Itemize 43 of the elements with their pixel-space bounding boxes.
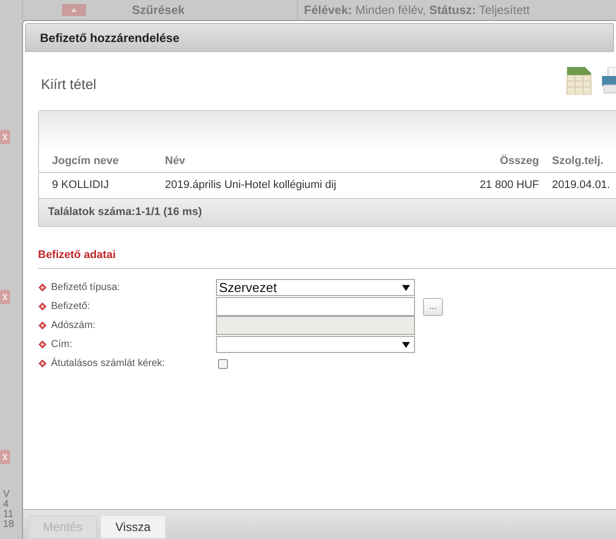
field-label: Átutalásos számlát kérek: [51, 356, 165, 371]
section-title: Befizető adatai [38, 249, 116, 261]
filter-summary: Félévek: Minden félév, Státusz: Teljesített [297, 1, 530, 19]
select-field[interactable]: Szervezet [216, 279, 415, 296]
field-label: Befizető típusa: [51, 281, 120, 295]
calendar-day: 11 [3, 510, 14, 520]
field-label: Cím: [51, 338, 72, 352]
collapse-button[interactable] [62, 4, 86, 16]
calendar-day: V [3, 490, 14, 500]
calendar-day: 4 [3, 500, 14, 510]
column-header[interactable]: Szolg.telj. [539, 153, 616, 170]
result-count: Találatok száma:1-1/1 (16 ms) [48, 205, 202, 220]
text-field[interactable] [216, 297, 415, 316]
calendar-day: 18 [3, 520, 14, 530]
column-header[interactable]: Összeg [455, 153, 539, 170]
close-icon[interactable] [0, 130, 10, 144]
table-cell-text: 21 800 HUF [478, 178, 539, 194]
spreadsheet-icon[interactable] [566, 67, 592, 95]
table-cell-text: 9 KOLLIDIJ [52, 178, 110, 194]
column-header[interactable]: Jogcím neve [52, 153, 165, 170]
diamond-bullet-icon [38, 283, 47, 292]
diamond-bullet-icon [38, 359, 47, 368]
table-cell-text: 2019.04.01. [551, 178, 612, 194]
dialog-title: Befizető hozzárendelése [40, 30, 180, 46]
chevron-up-icon [71, 8, 77, 12]
close-icon[interactable] [0, 290, 10, 304]
diamond-bullet-icon [38, 302, 47, 311]
field-label: Befizető: [51, 300, 90, 314]
table-cell-text: 2019.április Uni-Hotel kollégiumi dij [165, 178, 338, 194]
panel-title: Kiírt tétel [41, 74, 96, 94]
diamond-bullet-icon [38, 321, 47, 330]
close-icon[interactable] [0, 450, 10, 464]
printer-icon[interactable] [602, 67, 616, 95]
diamond-bullet-icon [38, 340, 47, 349]
checkbox[interactable] [218, 358, 228, 368]
dialog-button[interactable]: Vissza [100, 515, 166, 539]
caret-icon [402, 342, 410, 348]
caret-icon [402, 284, 410, 290]
field-label: Adószám: [51, 319, 96, 333]
column-header[interactable]: Név [165, 153, 455, 170]
lookup-button[interactable]: ... [423, 298, 443, 316]
select-field[interactable] [216, 336, 415, 353]
filter-label: Szűrések [132, 2, 186, 19]
